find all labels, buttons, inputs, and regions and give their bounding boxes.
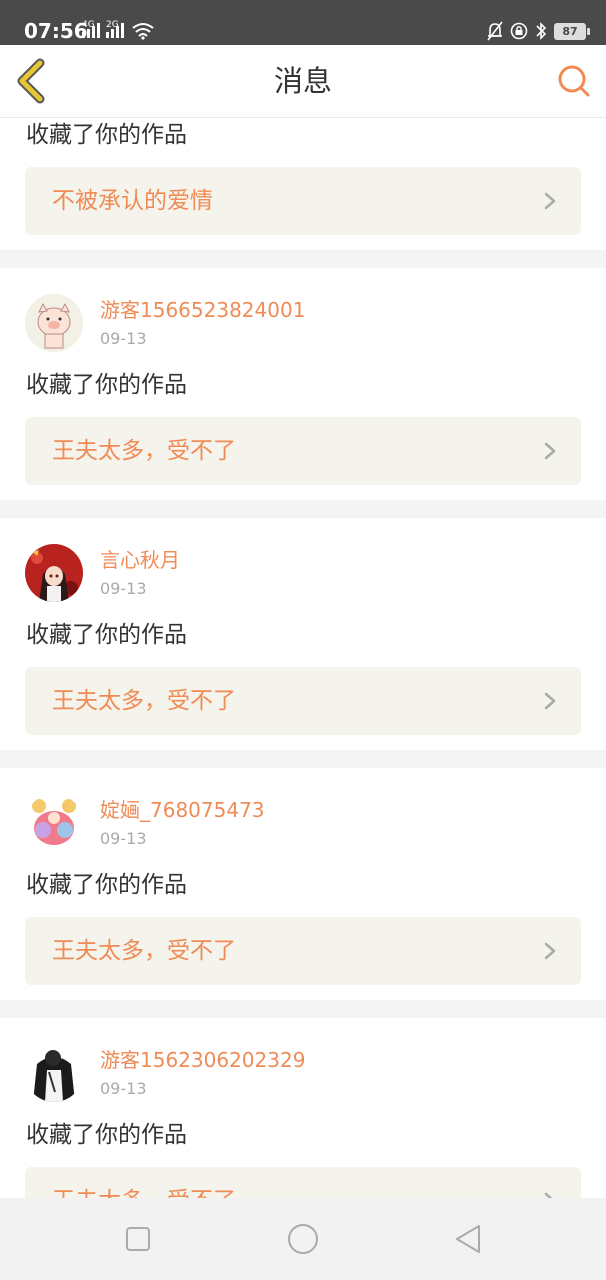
username[interactable]: 言心秋月 xyxy=(100,548,180,572)
chevron-right-icon xyxy=(544,1192,553,1198)
username[interactable]: 婝婳_768075473 xyxy=(100,798,265,822)
message-card: 言心秋月 09-13 收藏了你的作品 王夫太多，受不了 xyxy=(0,518,606,750)
message-action: 收藏了你的作品 xyxy=(26,372,187,398)
work-link[interactable]: 王夫太多，受不了 xyxy=(25,917,581,985)
chevron-right-icon xyxy=(544,192,556,210)
chevron-right-icon xyxy=(544,692,556,710)
message-date: 09-13 xyxy=(100,1079,147,1098)
message-date: 09-13 xyxy=(100,329,147,348)
message-card: 婝婳_768075473 09-13 收藏了你的作品 王夫太多，受不了 xyxy=(0,768,606,1000)
home-circle-icon[interactable] xyxy=(285,1221,321,1257)
message-card: 游客1562306202329 09-13 收藏了你的作品 王夫太多，受不了 xyxy=(0,1018,606,1198)
work-title: 王夫太多，受不了 xyxy=(52,938,236,964)
status-bar: 07:56 4G 2G 87 xyxy=(0,0,606,45)
avatar[interactable] xyxy=(25,1044,83,1102)
avatar[interactable] xyxy=(25,794,83,852)
message-action: 收藏了你的作品 xyxy=(26,122,187,148)
status-icons: 87 xyxy=(486,19,590,43)
message-action: 收藏了你的作品 xyxy=(26,622,187,648)
work-title: 王夫太多，受不了 xyxy=(52,438,236,464)
signal-icon xyxy=(82,23,100,38)
work-title: 不被承认的爱情 xyxy=(52,188,213,214)
message-list[interactable]: 收藏了你的作品 不被承认的爱情 游客1566523824001 09-13 收藏… xyxy=(0,118,606,1198)
status-time: 07:56 xyxy=(24,19,88,43)
bluetooth-icon xyxy=(536,22,547,40)
chevron-right-icon xyxy=(544,942,556,960)
avatar[interactable] xyxy=(25,294,83,352)
wifi-icon xyxy=(132,23,154,40)
system-nav-bar xyxy=(0,1198,606,1280)
chevron-right-icon xyxy=(544,442,556,460)
message-date: 09-13 xyxy=(100,829,147,848)
avatar[interactable] xyxy=(25,544,83,602)
back-triangle-icon[interactable] xyxy=(450,1221,486,1257)
bell-off-icon xyxy=(487,21,503,41)
lock-rotation-icon xyxy=(510,22,528,40)
message-action: 收藏了你的作品 xyxy=(26,872,187,898)
work-title: 王夫太多，受不了 xyxy=(52,688,236,714)
username[interactable]: 游客1566523824001 xyxy=(100,298,305,322)
message-card: 游客1566523824001 09-13 收藏了你的作品 王夫太多，受不了 xyxy=(0,268,606,500)
signal-icon-2 xyxy=(106,23,124,38)
search-icon[interactable] xyxy=(556,63,592,99)
work-link[interactable]: 不被承认的爱情 xyxy=(25,167,581,235)
message-card: 收藏了你的作品 不被承认的爱情 xyxy=(0,118,606,250)
work-title: 王夫太多，受不了 xyxy=(52,1187,236,1198)
pig-avatar-icon xyxy=(25,294,83,352)
work-link[interactable]: 王夫太多，受不了 xyxy=(25,417,581,485)
work-link[interactable]: 王夫太多，受不了 xyxy=(25,667,581,735)
page-title: 消息 xyxy=(273,64,332,98)
chibi-avatar-icon xyxy=(25,794,83,852)
battery-icon: 87 xyxy=(554,22,590,40)
person-avatar-icon xyxy=(25,1044,83,1102)
anime-girl-avatar-icon xyxy=(25,544,83,602)
message-action: 收藏了你的作品 xyxy=(26,1122,187,1148)
username[interactable]: 游客1562306202329 xyxy=(100,1048,305,1072)
work-link[interactable]: 王夫太多，受不了 xyxy=(25,1167,581,1198)
recents-square-icon[interactable] xyxy=(120,1221,156,1257)
header-bar: 消息 xyxy=(0,45,606,118)
message-date: 09-13 xyxy=(100,579,147,598)
